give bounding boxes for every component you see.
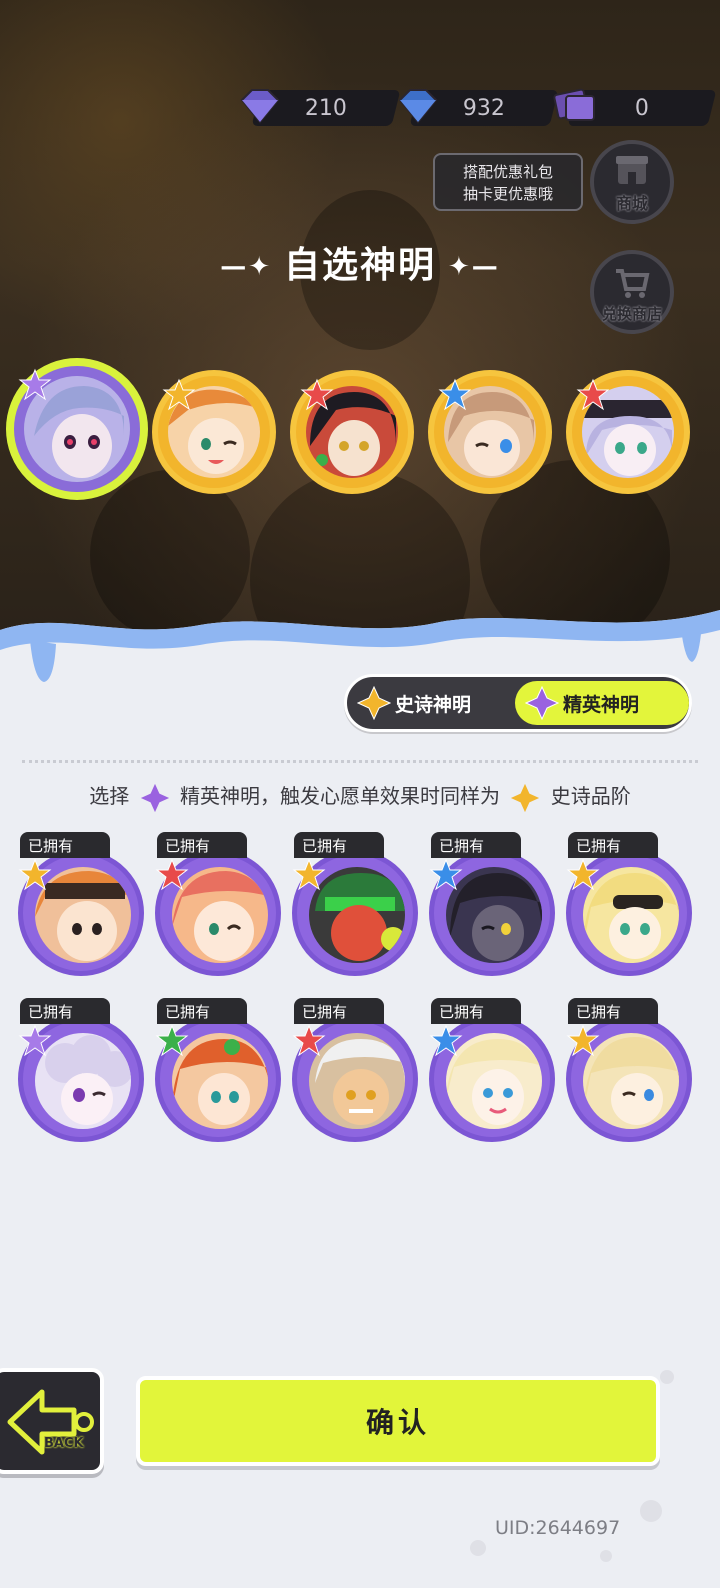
tab-epic[interactable]: 史诗神明 xyxy=(357,681,517,725)
store-icon xyxy=(616,156,648,184)
back-label: BACK xyxy=(44,1436,84,1451)
owned-badge: 已拥有 xyxy=(294,832,384,858)
owned-badge: 已拥有 xyxy=(294,998,384,1024)
god-card[interactable]: 已拥有 xyxy=(18,998,144,1148)
tab-elite-label: 精英神明 xyxy=(563,693,640,716)
god-card[interactable]: 已拥有 xyxy=(18,832,144,982)
back-button[interactable]: BACK xyxy=(0,1368,104,1474)
owned-badge: 已拥有 xyxy=(157,998,247,1024)
rarity-star-icon xyxy=(438,378,472,411)
decorative-dot xyxy=(640,1500,662,1522)
god-card[interactable]: 已拥有 xyxy=(292,832,418,982)
god-card[interactable]: 已拥有 xyxy=(155,832,281,982)
rarity-star-icon xyxy=(292,1024,326,1057)
tab-epic-label: 史诗神明 xyxy=(395,693,472,716)
confirm-label: 确认 xyxy=(365,1406,430,1439)
rarity-star-icon xyxy=(18,1024,52,1057)
owned-badge: 已拥有 xyxy=(568,998,658,1024)
currency-gem-purple[interactable]: 210 xyxy=(236,88,401,128)
shop-button[interactable]: 商城 xyxy=(590,140,674,224)
god-card[interactable]: 已拥有 xyxy=(566,832,692,982)
decorative-dot xyxy=(660,1370,674,1384)
rarity-star-icon xyxy=(566,858,600,891)
featured-god-1[interactable] xyxy=(6,358,148,500)
owned-badge: 已拥有 xyxy=(431,832,521,858)
hint-text: 选择 精英神明，触发心愿单效果时同样为 史诗品阶 xyxy=(0,780,720,814)
featured-god-3[interactable] xyxy=(290,370,414,494)
divider xyxy=(22,760,698,763)
owned-badge: 已拥有 xyxy=(431,998,521,1024)
currency-ticket[interactable]: 0 xyxy=(552,88,717,128)
featured-god-2[interactable] xyxy=(152,370,276,494)
purple-diamond-icon xyxy=(240,89,280,124)
ticket-card-icon xyxy=(553,88,595,121)
featured-gods-row xyxy=(0,358,720,500)
rarity-star-icon xyxy=(576,378,610,411)
rarity-star-icon xyxy=(429,1024,463,1057)
title-decoration-right: ✦— xyxy=(448,252,500,282)
blue-diamond-icon xyxy=(398,89,438,124)
rarity-star-icon xyxy=(155,1024,189,1057)
rarity-star-icon xyxy=(566,1024,600,1057)
god-card[interactable]: 已拥有 xyxy=(429,998,555,1148)
god-card[interactable]: 已拥有 xyxy=(566,998,692,1148)
owned-badge: 已拥有 xyxy=(20,832,110,858)
promo-tooltip: 搭配优惠礼包 抽卡更优惠哦 xyxy=(433,153,583,211)
god-card[interactable]: 已拥有 xyxy=(292,998,418,1148)
owned-badge: 已拥有 xyxy=(20,998,110,1024)
rarity-star-icon xyxy=(162,378,196,411)
confirm-button[interactable]: 确认 xyxy=(136,1376,660,1466)
page-title: —✦ 自选神明 ✦— xyxy=(220,245,500,286)
decorative-dot xyxy=(470,1540,486,1556)
owned-badge: 已拥有 xyxy=(157,832,247,858)
epic-star-icon xyxy=(357,686,391,720)
tab-elite[interactable]: 精英神明 xyxy=(515,681,689,725)
featured-god-5[interactable] xyxy=(566,370,690,494)
owned-badge: 已拥有 xyxy=(568,832,658,858)
user-id: UID:2644697 xyxy=(495,1517,621,1539)
god-card[interactable]: 已拥有 xyxy=(155,998,281,1148)
rarity-star-icon xyxy=(429,858,463,891)
rarity-tabs: 史诗神明 精英神明 xyxy=(344,674,692,732)
rarity-star-icon xyxy=(292,858,326,891)
rarity-star-icon xyxy=(18,858,52,891)
title-decoration-left: —✦ xyxy=(220,252,272,282)
epic-star-icon xyxy=(511,783,540,812)
elite-star-icon xyxy=(140,783,169,812)
exchange-shop-label: 兑换商店 xyxy=(601,305,662,323)
featured-god-4[interactable] xyxy=(428,370,552,494)
elite-star-icon xyxy=(525,686,559,720)
rarity-star-icon xyxy=(18,368,52,401)
decorative-dot xyxy=(600,1550,612,1562)
currency-gem-blue[interactable]: 932 xyxy=(394,88,559,128)
rarity-star-icon xyxy=(155,858,189,891)
shop-label: 商城 xyxy=(615,194,648,213)
god-card[interactable]: 已拥有 xyxy=(429,832,555,982)
rarity-star-icon xyxy=(300,378,334,411)
